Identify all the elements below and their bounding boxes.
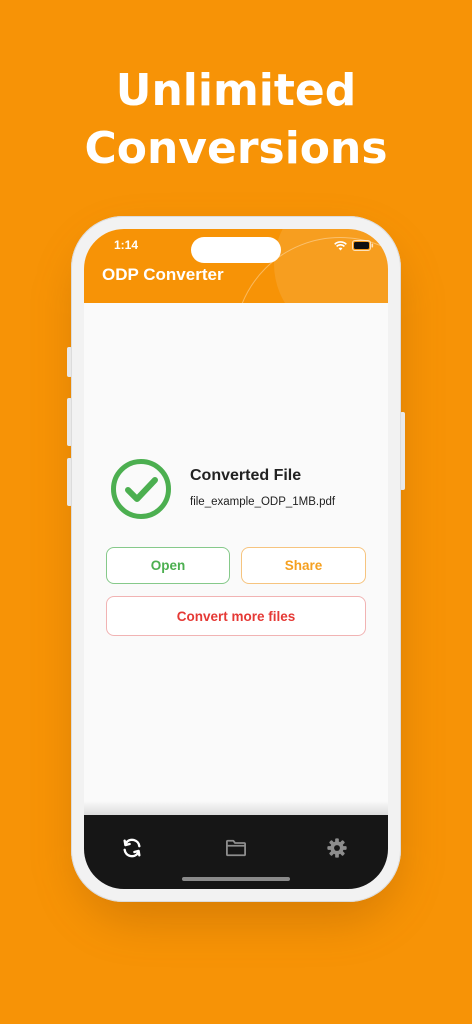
nav-files-tab[interactable] — [223, 837, 249, 863]
phone-frame: 1:14 ODP Converter Converted File file_e… — [71, 216, 401, 902]
nav-convert-tab[interactable] — [119, 837, 145, 863]
bottom-bar-shadow — [84, 801, 388, 815]
wifi-icon — [334, 238, 347, 256]
home-indicator[interactable] — [182, 877, 290, 881]
status-time: 1:14 — [114, 238, 139, 252]
sync-icon — [121, 837, 143, 864]
app-title: ODP Converter — [102, 265, 224, 284]
conversion-result: Converted File file_example_ODP_1MB.pdf — [110, 458, 370, 528]
marketing-headline: Unlimited Conversions — [0, 62, 472, 178]
dynamic-island — [191, 237, 281, 263]
result-filename: file_example_ODP_1MB.pdf — [190, 496, 336, 508]
headline-line-1: Unlimited — [115, 65, 357, 116]
gear-icon — [326, 837, 348, 864]
result-title: Converted File — [190, 467, 302, 484]
open-button-label: Open — [150, 558, 186, 573]
bottom-nav — [84, 815, 388, 889]
battery-icon — [352, 238, 374, 256]
check-circle-icon — [110, 458, 172, 520]
convert-more-button-label: Convert more files — [176, 608, 296, 624]
share-button-label: Share — [284, 558, 323, 573]
phone-screen: 1:14 ODP Converter Converted File file_e… — [84, 229, 388, 889]
app-bar: 1:14 ODP Converter — [84, 229, 388, 303]
status-icons — [334, 238, 374, 256]
convert-more-button[interactable]: Convert more files — [106, 596, 366, 636]
share-button[interactable]: Share — [241, 547, 366, 584]
folder-icon — [225, 838, 247, 863]
open-button[interactable]: Open — [106, 547, 230, 584]
headline-line-2: Conversions — [84, 123, 388, 174]
nav-settings-tab[interactable] — [324, 837, 350, 863]
